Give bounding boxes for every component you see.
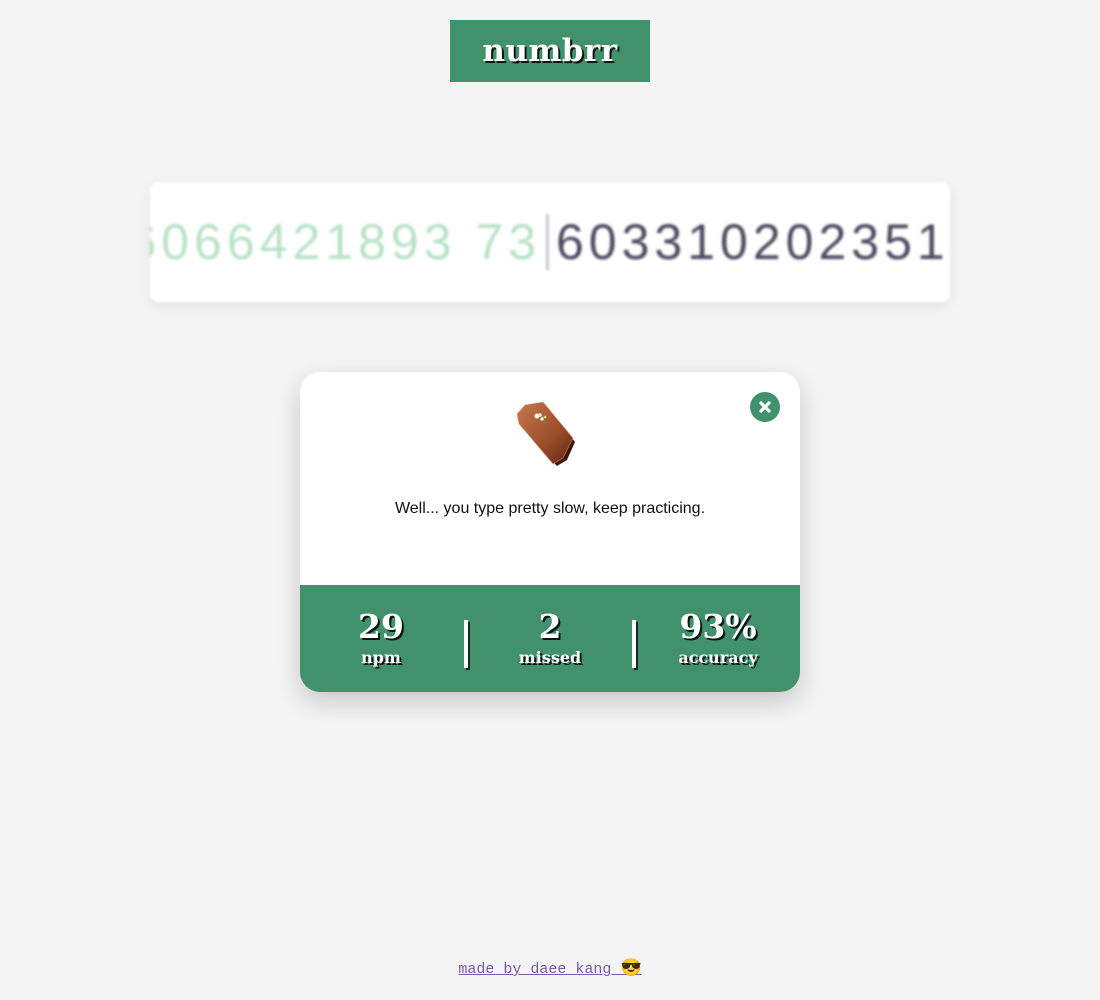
missed-stat: 2 missed	[480, 607, 620, 669]
app-logo: numbrr	[450, 20, 650, 82]
missed-value: 2	[538, 607, 562, 646]
accuracy-label: accuracy	[678, 648, 758, 667]
footer: made by daee kang 😎	[0, 958, 1100, 979]
pending-digits: 603310202351 3	[556, 214, 950, 270]
text-caret	[546, 214, 549, 270]
close-button[interactable]	[750, 392, 780, 422]
footer-credit-link[interactable]: made by daee kang 😎	[458, 960, 642, 979]
sunglasses-emoji-icon: 😎	[620, 960, 642, 979]
footer-credit-text: made by daee kang	[458, 961, 612, 978]
close-icon	[759, 401, 771, 413]
npm-stat: 29 npm	[311, 607, 451, 669]
stat-divider	[464, 620, 468, 668]
accuracy-value: 93%	[679, 607, 757, 646]
results-modal: Well... you type pretty slow, keep pract…	[300, 372, 800, 692]
stat-divider	[632, 620, 636, 668]
result-message: Well... you type pretty slow, keep pract…	[394, 500, 706, 517]
accuracy-stat: 93% accuracy	[648, 607, 788, 669]
stats-bar: 29 npm 2 missed 93% accuracy	[300, 585, 800, 692]
typed-digits: 36066421893 73	[150, 214, 541, 270]
missed-label: missed	[518, 648, 582, 667]
npm-label: npm	[361, 648, 401, 667]
coffin-icon	[517, 402, 575, 466]
logo-text: numbrr	[482, 33, 618, 69]
typing-area[interactable]: 36066421893 73 603310202351 3	[150, 182, 950, 302]
npm-value: 29	[358, 607, 404, 646]
